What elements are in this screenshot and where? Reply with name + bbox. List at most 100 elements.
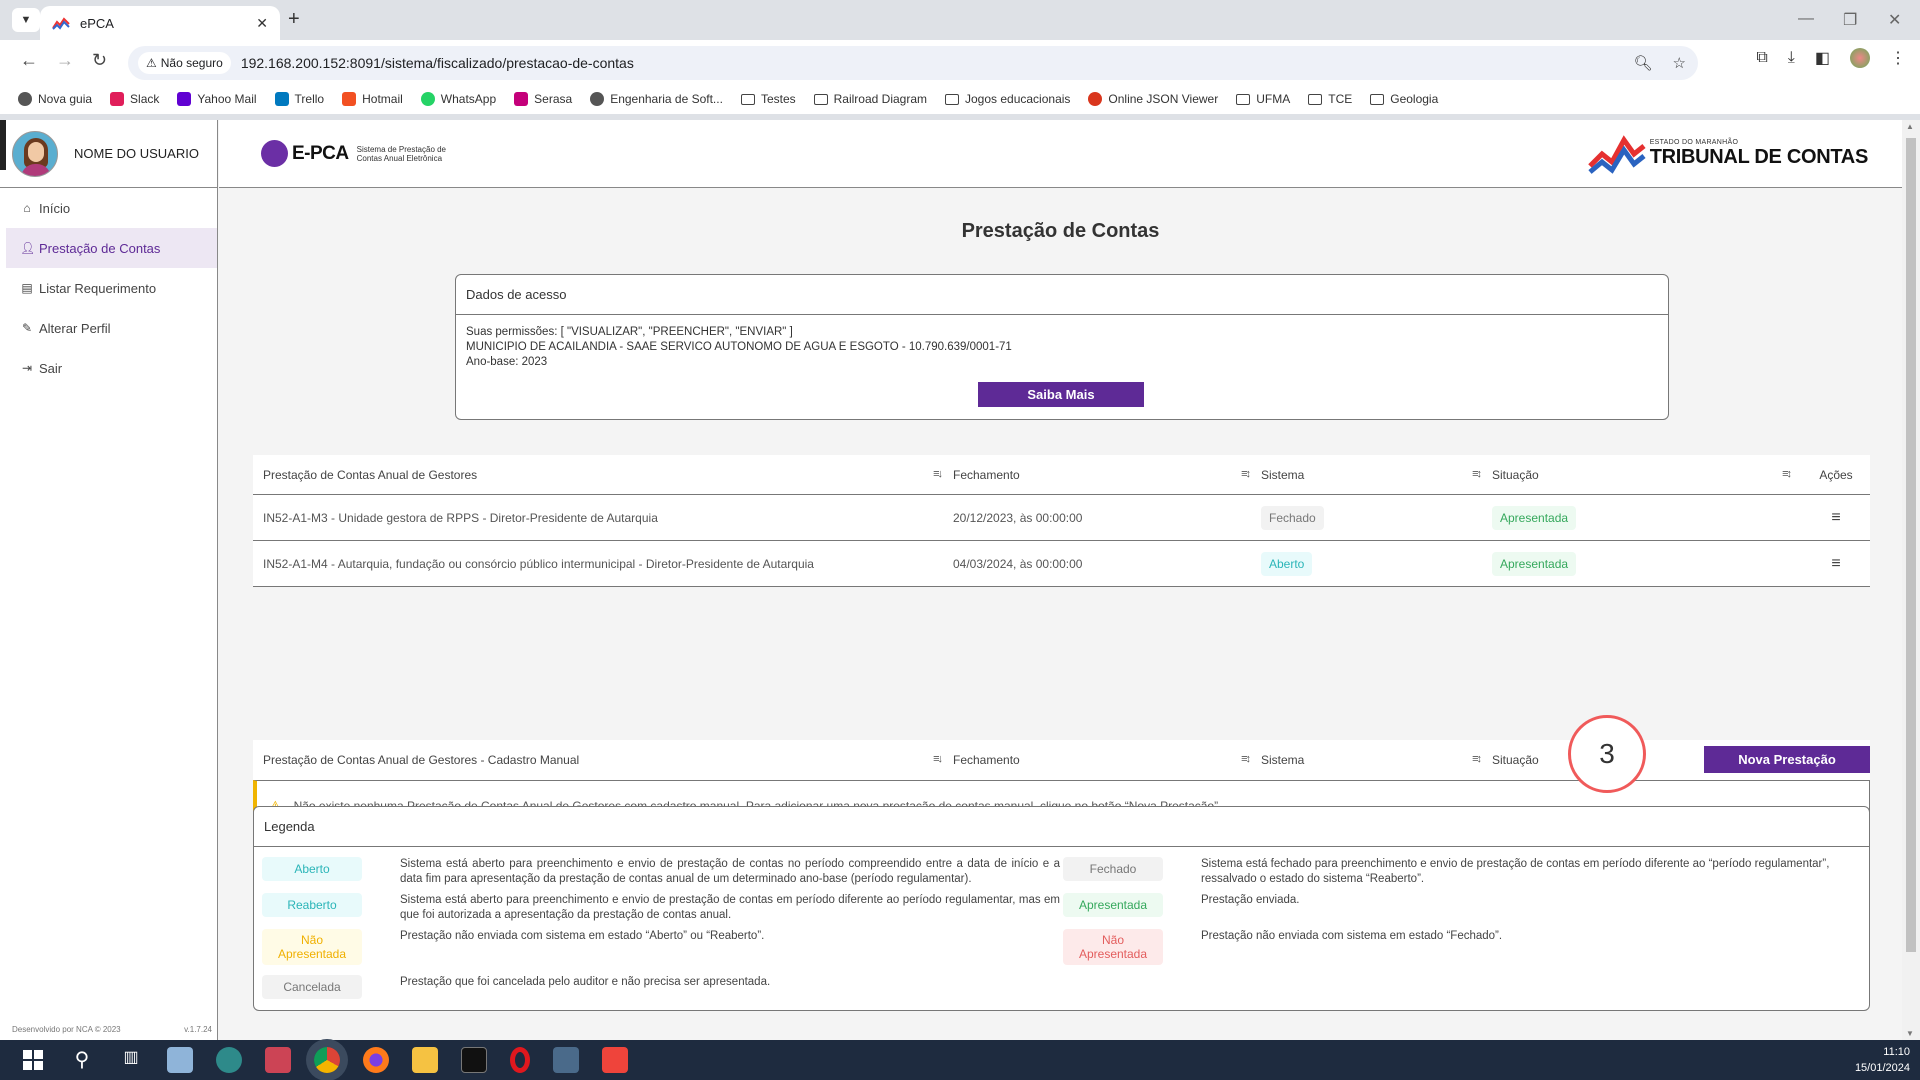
firefox-icon[interactable] — [363, 1047, 389, 1073]
bookmarks-bar: Nova guia Slack Yahoo Mail Trello Hotmail Wha… — [0, 84, 1920, 114]
snipping-tool-icon[interactable] — [265, 1047, 291, 1073]
task-view-icon[interactable]: ▥ — [118, 1047, 144, 1073]
sidebar-item-sair[interactable]: ⇥ Sair — [6, 348, 217, 388]
sidebar-item-label: Listar Requerimento — [39, 280, 157, 296]
anydesk-icon[interactable] — [602, 1047, 628, 1073]
bookmark-item[interactable]: Geologia — [1370, 92, 1438, 106]
sidebar-item-prestacao-de-contas[interactable]: 👤︎ Prestação de Contas — [6, 228, 217, 268]
user-profile[interactable]: NOME DO USUARIO — [0, 120, 217, 188]
col-header-status: Situação — [1492, 467, 1539, 482]
url-text[interactable]: 192.168.200.152:8091/sistema/fiscalizado… — [241, 55, 634, 71]
bookmark-label: Engenharia de Soft... — [610, 92, 723, 106]
minimize-icon[interactable]: — — [1798, 10, 1814, 28]
sidebar-footer: Desenvolvido por NCA © 2023 v.1.7.24 — [12, 1025, 212, 1034]
app-header: E-PCA Sistema de Prestação de Contas Anu… — [219, 120, 1902, 188]
sort-icon[interactable]: ≡↕ — [1782, 468, 1792, 482]
bookmark-item[interactable]: Testes — [740, 92, 796, 106]
legend-item: Não Apresentada Prestação não enviada com… — [262, 929, 1060, 965]
avatar — [12, 130, 58, 177]
bookmark-item[interactable]: UFMA — [1236, 92, 1290, 106]
bookmark-item[interactable]: WhatsApp — [420, 92, 496, 106]
windows-start-icon[interactable] — [20, 1047, 46, 1073]
sort-icon[interactable]: ≡↕ — [1241, 468, 1251, 482]
bookmark-item[interactable]: Slack — [110, 92, 159, 106]
legend-description: Prestação não enviada com sistema em est… — [400, 930, 765, 942]
tab-search-button[interactable]: ▼ — [12, 8, 40, 32]
close-window-icon[interactable]: ✕ — [1888, 10, 1901, 30]
bookmark-item[interactable]: Yahoo Mail — [177, 92, 257, 106]
scrollbar-thumb[interactable] — [1906, 138, 1916, 952]
security-chip[interactable]: ⚠ Não seguro — [138, 52, 231, 74]
entity-text: MUNICIPIO DE ACAILANDIA - SAAE SERVICO A… — [466, 341, 1012, 353]
scroll-down-icon[interactable]: ▼ — [1906, 1029, 1914, 1038]
legend-badge: Não Apresentada — [1063, 929, 1163, 965]
sidebar-item-alterar-perfil[interactable]: ✎ Alterar Perfil — [6, 308, 217, 348]
sidebar-item-listar-requerimento[interactable]: ▤ Listar Requerimento — [6, 268, 217, 308]
legend-badge: Aberto — [262, 857, 362, 881]
sort-icon[interactable]: ≡↕ — [1472, 753, 1482, 767]
browser-tab[interactable]: ePCA ✕ — [40, 6, 280, 40]
bookmark-star-icon[interactable]: ☆ — [1673, 54, 1686, 72]
actions-menu-icon[interactable]: ≡ — [1831, 509, 1840, 526]
notepad-icon[interactable] — [167, 1047, 193, 1073]
bookmark-item[interactable]: Hotmail — [342, 92, 403, 106]
sort-desc-icon[interactable]: ≡↓ — [933, 468, 943, 482]
browser-toolbar: ← → ↻ ⚠ Não seguro 192.168.200.152:8091/s… — [0, 40, 1920, 84]
sidebar-item-label: Início — [39, 200, 71, 216]
nova-prestacao-button[interactable]: Nova Prestação — [1704, 746, 1870, 773]
sidebar-item-inicio[interactable]: ⌂ Início — [6, 188, 217, 228]
situation-badge: Apresentada — [1492, 551, 1577, 576]
address-bar[interactable]: ⚠ Não seguro 192.168.200.152:8091/sistema… — [128, 46, 1698, 80]
forward-icon[interactable]: → — [56, 50, 74, 71]
opera-icon[interactable] — [510, 1047, 530, 1073]
security-label: Não seguro — [160, 56, 223, 70]
chrome-icon[interactable] — [314, 1047, 340, 1073]
zoom-icon[interactable]: 🔍︎ — [1634, 54, 1653, 72]
sidebar-item-label: Alterar Perfil — [39, 320, 111, 336]
extensions-icon[interactable]: ⧉ — [1756, 49, 1767, 67]
bookmark-item[interactable]: TCE — [1308, 92, 1352, 106]
system-clock[interactable]: 11:10 15/01/2024 — [1855, 1044, 1910, 1076]
sidebar-menu: ⌂ Início 👤︎ Prestação de Contas ▤ Listar Requ… — [0, 188, 217, 388]
more-menu-icon[interactable]: ⋮ — [1890, 48, 1906, 68]
calculator-icon[interactable] — [553, 1047, 579, 1073]
epca-logo[interactable]: E-PCA Sistema de Prestação de Contas Anu… — [261, 140, 467, 167]
restore-icon[interactable]: ❐ — [1843, 10, 1857, 30]
bookmark-item[interactable]: Railroad Diagram — [813, 92, 927, 106]
back-icon[interactable]: ← — [20, 50, 38, 71]
folder-icon — [740, 93, 755, 105]
profile-avatar[interactable] — [1850, 48, 1870, 68]
bookmark-item[interactable]: Engenharia de Soft... — [590, 92, 723, 106]
bookmark-item[interactable]: Serasa — [514, 92, 572, 106]
user-edit-icon: ✎ — [21, 321, 33, 335]
sort-desc-icon[interactable]: ≡↓ — [933, 753, 943, 767]
access-card-title: Dados de acesso — [456, 275, 1668, 315]
col-header-closing: Fechamento — [953, 467, 1020, 482]
actions-menu-icon[interactable]: ≡ — [1831, 555, 1840, 572]
app-version: v.1.7.24 — [184, 1025, 212, 1034]
browser-tabstrip: ▼ ePCA ✕ + — ❐ ✕ — [0, 0, 1920, 40]
bookmark-item[interactable]: Jogos educacionais — [945, 92, 1070, 106]
new-tab-button[interactable]: + — [288, 8, 300, 31]
col-header-system: Sistema — [1261, 467, 1305, 482]
bookmark-item[interactable]: Nova guia — [18, 92, 92, 106]
close-tab-icon[interactable]: ✕ — [256, 15, 268, 32]
terminal-icon[interactable] — [461, 1047, 487, 1073]
side-panel-icon[interactable]: ◧ — [1815, 48, 1830, 68]
legend-badge: Reaberto — [262, 893, 362, 917]
bookmark-item[interactable]: Online JSON Viewer — [1088, 92, 1218, 106]
microsoft-icon — [342, 92, 357, 106]
scroll-up-icon[interactable]: ▲ — [1906, 122, 1914, 131]
gimp-icon[interactable] — [216, 1047, 242, 1073]
sort-icon[interactable]: ≡↕ — [1472, 468, 1482, 482]
saiba-mais-button[interactable]: Saiba Mais — [978, 382, 1144, 407]
row-closing-date: 04/03/2024, às 00:00:00 — [953, 556, 1083, 571]
file-explorer-icon[interactable] — [412, 1047, 438, 1073]
bookmark-item[interactable]: Trello — [274, 92, 324, 106]
sort-icon[interactable]: ≡↕ — [1241, 753, 1251, 767]
reload-icon[interactable]: ↻ — [92, 50, 107, 71]
page-scrollbar[interactable]: ▲ ▼ — [1902, 120, 1920, 1040]
download-icon[interactable]: ⤓ — [1788, 49, 1795, 67]
search-icon[interactable]: ⚲ — [69, 1047, 95, 1073]
sidebar-edge — [0, 120, 6, 170]
